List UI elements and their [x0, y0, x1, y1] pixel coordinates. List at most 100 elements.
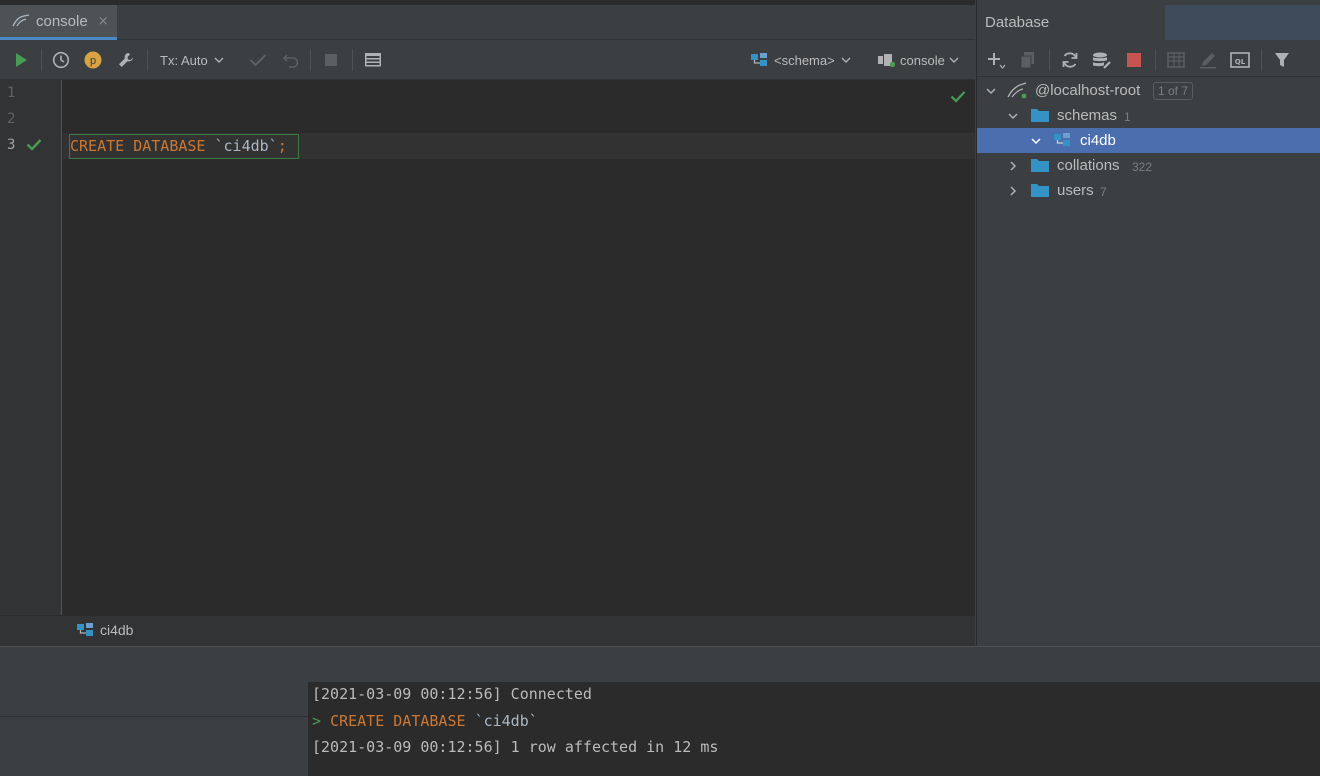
toolbar-separator [1049, 49, 1050, 71]
tx-mode-label: Tx: Auto [160, 52, 208, 68]
line-number: 2 [7, 111, 16, 127]
console-icon [12, 14, 30, 27]
connection-label: @localhost-root [1035, 82, 1141, 99]
collations-label: collations [1057, 157, 1120, 174]
output-layout-button[interactable] [362, 40, 384, 80]
run-button[interactable] [10, 40, 32, 80]
edit-source-button[interactable] [1197, 40, 1219, 80]
output-prompt: > [312, 712, 322, 730]
tree-node-connection[interactable]: @localhost-root 1 of 7 [977, 78, 1320, 103]
session-selector[interactable]: console [876, 40, 966, 80]
svg-text:QL: QL [1235, 58, 1246, 66]
database-panel-title: Database [985, 14, 1050, 31]
disconnect-button[interactable] [1123, 40, 1145, 80]
chevron-down-icon[interactable] [1030, 135, 1042, 147]
svg-text:p: p [90, 55, 96, 67]
chevron-down-icon[interactable] [1007, 110, 1019, 122]
toolbar-separator [41, 49, 42, 71]
schema-selector-label: <schema> [774, 52, 835, 68]
output-line: > CREATE DATABASE `ci4db` [312, 712, 538, 730]
session-selector-label: console [900, 52, 945, 68]
database-panel: Database QL @localhost-root 1 of 7 schem… [976, 0, 1320, 646]
folder-icon [1031, 109, 1049, 122]
tree-node-schema-ci4db[interactable]: ci4db [977, 128, 1320, 153]
line-number: 3 [7, 137, 16, 153]
schemas-label: schemas [1057, 107, 1118, 124]
close-icon[interactable]: × [98, 14, 109, 29]
schema-icon [77, 623, 93, 636]
database-wrench-icon [1093, 52, 1111, 69]
commit-button[interactable] [247, 40, 269, 80]
editor-status-bar: ci4db [0, 615, 975, 646]
p-badge-icon: p [84, 51, 102, 69]
code-editor[interactable]: CREATE DATABASE `ci4db`; [63, 80, 975, 615]
schemas-count: 1 [1124, 110, 1131, 124]
duplicate-button[interactable] [1017, 40, 1039, 80]
schema-item-label: ci4db [1080, 132, 1116, 149]
editor-toolbar: p Tx: Auto <schema> console [0, 40, 975, 80]
chevron-down-icon[interactable] [985, 85, 997, 97]
copy-icon [1020, 52, 1034, 69]
database-panel-header: Database [977, 5, 1320, 40]
tree-node-collations[interactable]: collations 322 [977, 153, 1320, 178]
sql-terminator: ; [277, 137, 287, 155]
grid-icon [1167, 52, 1185, 68]
stop-icon [1127, 53, 1141, 67]
wrench-icon [119, 53, 133, 67]
stop-icon [325, 54, 337, 66]
schema-icon [1054, 133, 1070, 146]
toolbar-separator [310, 49, 311, 71]
settings-button[interactable] [115, 40, 137, 80]
tx-mode-dropdown[interactable]: Tx: Auto [160, 40, 235, 80]
history-button[interactable] [50, 40, 72, 80]
clock-icon [52, 51, 70, 69]
services-panel: [2021-03-09 00:12:56] Connected > CREATE… [0, 646, 1320, 776]
sql-keyword: CREATE DATABASE [70, 137, 206, 155]
users-label: users [1057, 182, 1094, 199]
schema-selector[interactable]: <schema> [750, 40, 860, 80]
query-console-button[interactable]: QL [1229, 40, 1251, 80]
connection-count-badge[interactable]: 1 of 7 [1153, 82, 1194, 100]
sql-identifier: `ci4db` [474, 712, 538, 730]
refresh-button[interactable] [1059, 40, 1081, 80]
tab-label: console [36, 12, 88, 30]
line-number-gutter: 1 2 3 [0, 80, 62, 615]
ql-console-icon: QL [1230, 52, 1250, 68]
pencil-icon [1200, 53, 1216, 69]
toolbar-separator [1261, 49, 1262, 71]
chevron-right-icon[interactable] [1007, 185, 1019, 197]
divider [0, 716, 308, 717]
session-icon [878, 54, 895, 67]
add-button[interactable] [985, 40, 1007, 80]
chevron-down-icon [949, 57, 959, 63]
schema-icon [751, 53, 767, 66]
open-table-button[interactable] [1165, 40, 1187, 80]
filter-button[interactable] [1271, 40, 1293, 80]
stop-button[interactable] [320, 40, 342, 80]
filter-icon [1275, 53, 1289, 67]
tree-node-users[interactable]: users 7 [977, 178, 1320, 203]
rollback-button[interactable] [280, 40, 302, 80]
check-icon [249, 54, 267, 67]
inspection-ok-icon [950, 91, 966, 103]
editor-tab-bar: console × [0, 5, 975, 40]
play-icon [16, 53, 27, 67]
sql-identifier: `ci4db` [214, 137, 278, 155]
chevron-down-icon [841, 57, 851, 63]
line-number: 1 [7, 85, 16, 101]
executed-check-icon [26, 139, 42, 151]
current-schema-context[interactable]: ci4db [76, 622, 133, 638]
plus-icon [988, 53, 1006, 69]
output-console[interactable]: [2021-03-09 00:12:56] Connected > CREATE… [308, 682, 1320, 776]
chevron-right-icon[interactable] [1007, 160, 1019, 172]
folder-icon [1031, 184, 1049, 197]
db-properties-button[interactable] [1091, 40, 1113, 80]
folder-icon [1031, 159, 1049, 172]
output-line: [2021-03-09 00:12:56] 1 row affected in … [312, 738, 719, 756]
tab-console[interactable]: console × [0, 5, 117, 40]
profile-button[interactable]: p [82, 40, 104, 80]
code-line: CREATE DATABASE `ci4db`; [70, 135, 287, 158]
refresh-icon [1062, 52, 1078, 68]
tree-node-schemas[interactable]: schemas 1 [977, 103, 1320, 128]
toolbar-separator [147, 49, 148, 71]
